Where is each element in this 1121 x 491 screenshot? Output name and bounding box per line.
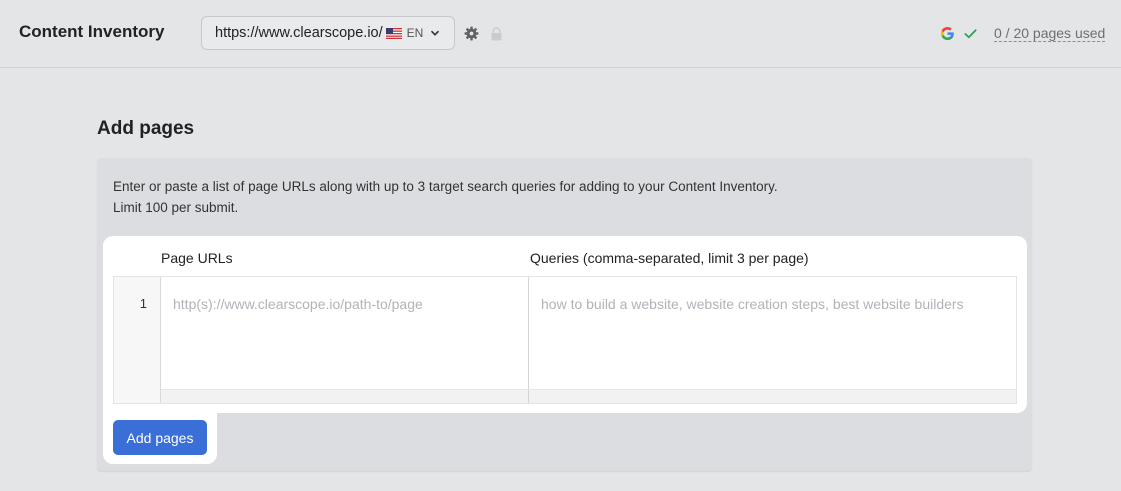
url-column-scrollbar[interactable]	[161, 389, 529, 403]
row-number: 1	[139, 296, 147, 311]
pages-input-grid: 1 http(s)://www.clearscope.io/path-to/pa…	[113, 276, 1017, 404]
site-selector[interactable]: https://www.clearscope.io/ EN	[201, 16, 455, 50]
add-pages-button[interactable]: Add pages	[113, 420, 207, 455]
us-flag-icon	[385, 27, 402, 39]
google-icon	[940, 26, 954, 41]
chevron-down-icon	[431, 30, 440, 36]
column-header-queries: Queries (comma-separated, limit 3 per pa…	[530, 250, 809, 266]
check-icon	[964, 29, 977, 39]
queries-column-scrollbar[interactable]	[529, 389, 1016, 403]
lock-icon[interactable]	[490, 27, 503, 41]
row-number-gutter: 1	[114, 277, 161, 403]
app-title: Content Inventory	[19, 22, 165, 41]
site-language: EN	[406, 26, 424, 40]
limit-note: Limit 100 per submit.	[113, 200, 239, 215]
top-bar: Content Inventory https://www.clearscope…	[0, 0, 1121, 68]
pages-usage-link[interactable]: 0 / 20 pages used	[994, 26, 1106, 42]
add-pages-description: Enter or paste a list of page URLs along…	[113, 176, 778, 218]
queries-input[interactable]: how to build a website, website creation…	[529, 277, 1016, 389]
site-url: https://www.clearscope.io/	[215, 25, 383, 41]
page-title: Add pages	[97, 118, 195, 139]
page-url-input[interactable]: http(s)://www.clearscope.io/path-to/page	[161, 277, 529, 389]
gear-icon[interactable]	[464, 26, 479, 41]
description-line: Enter or paste a list of page URLs along…	[113, 179, 778, 194]
column-header-page-urls: Page URLs	[161, 250, 233, 266]
